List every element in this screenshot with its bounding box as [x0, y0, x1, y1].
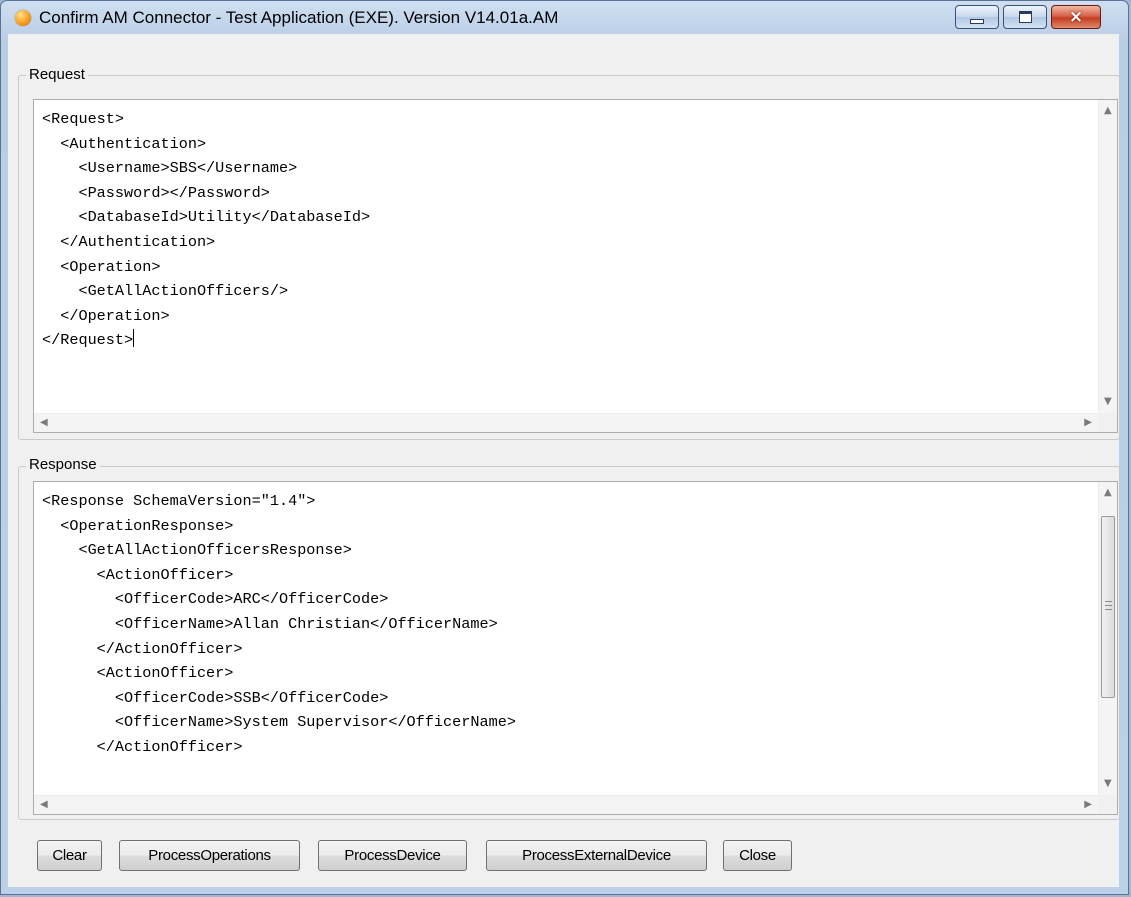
- scrollbar-corner: [1098, 413, 1117, 432]
- title-bar[interactable]: Confirm AM Connector - Test Application …: [1, 1, 1128, 35]
- response-line: <OfficerName>Allan Christian</OfficerNam…: [42, 614, 498, 633]
- maximize-button[interactable]: [1003, 5, 1047, 29]
- scroll-down-icon[interactable]: ▼: [1104, 779, 1112, 789]
- process-device-button[interactable]: ProcessDevice: [318, 840, 467, 871]
- request-vertical-scrollbar[interactable]: ▲ ▼: [1098, 100, 1117, 413]
- request-xml[interactable]: <Request> <Authentication> <Username>SBS…: [42, 107, 370, 353]
- close-icon: ×: [1068, 6, 1084, 27]
- response-xml[interactable]: <Response SchemaVersion="1.4"> <Operatio…: [42, 489, 516, 760]
- window-title: Confirm AM Connector - Test Application …: [39, 8, 559, 27]
- response-horizontal-scrollbar[interactable]: ◀ ▶: [34, 795, 1098, 814]
- text-caret: [133, 329, 135, 348]
- request-group-label: Request: [26, 66, 88, 84]
- response-vertical-scrollbar[interactable]: ▲ ▼: [1098, 482, 1117, 795]
- scroll-up-icon[interactable]: ▲: [1104, 106, 1112, 116]
- app-icon: [15, 10, 31, 26]
- request-line: <Authentication>: [42, 134, 207, 153]
- request-line: <GetAllActionOfficers/>: [42, 282, 289, 301]
- response-line: </ActionOfficer>: [42, 737, 243, 756]
- response-line: <OfficerCode>ARC</OfficerCode>: [42, 590, 389, 609]
- response-group-label: Response: [26, 456, 100, 474]
- request-line: <Operation>: [42, 257, 161, 276]
- request-line: <Password></Password>: [42, 183, 270, 202]
- scroll-up-icon[interactable]: ▲: [1104, 488, 1112, 498]
- scroll-right-icon[interactable]: ▶: [1084, 418, 1092, 428]
- response-line: <OfficerName>System Supervisor</OfficerN…: [42, 713, 516, 732]
- maximize-icon: [1018, 11, 1032, 23]
- close-window-button[interactable]: ×: [1051, 5, 1101, 29]
- request-textbox[interactable]: <Request> <Authentication> <Username>SBS…: [33, 99, 1118, 433]
- request-horizontal-scrollbar[interactable]: ◀ ▶: [34, 413, 1098, 432]
- response-line: <ActionOfficer>: [42, 565, 234, 584]
- scroll-down-icon[interactable]: ▼: [1104, 397, 1112, 407]
- scroll-right-icon[interactable]: ▶: [1084, 800, 1092, 810]
- response-line: <OfficerCode>SSB</OfficerCode>: [42, 688, 389, 707]
- close-button[interactable]: Close: [723, 840, 792, 871]
- response-line: <GetAllActionOfficersResponse>: [42, 541, 352, 560]
- scrollbar-thumb[interactable]: [1101, 516, 1115, 698]
- response-textbox[interactable]: <Response SchemaVersion="1.4"> <Operatio…: [33, 481, 1118, 815]
- response-line: <Response SchemaVersion="1.4">: [42, 492, 316, 510]
- request-line: <DatabaseId>Utility</DatabaseId>: [42, 208, 371, 227]
- minimize-icon: [970, 18, 984, 24]
- clear-button[interactable]: Clear: [37, 840, 102, 871]
- minimize-button[interactable]: [955, 5, 999, 29]
- request-line: <Request>: [42, 110, 125, 128]
- response-line: </ActionOfficer>: [42, 639, 243, 658]
- request-line: </Operation>: [42, 306, 170, 325]
- request-line: </Authentication>: [42, 232, 216, 251]
- process-operations-button[interactable]: ProcessOperations: [119, 840, 300, 871]
- response-line: <ActionOfficer>: [42, 664, 234, 683]
- process-external-device-button[interactable]: ProcessExternalDevice: [486, 840, 707, 871]
- response-line: <OperationResponse>: [42, 516, 234, 535]
- scrollbar-corner: [1098, 795, 1117, 814]
- scroll-left-icon[interactable]: ◀: [40, 418, 48, 428]
- scroll-left-icon[interactable]: ◀: [40, 800, 48, 810]
- request-line: <Username>SBS</Username>: [42, 159, 298, 178]
- request-line: </Request>: [42, 331, 134, 350]
- grip-icon: [1105, 601, 1112, 610]
